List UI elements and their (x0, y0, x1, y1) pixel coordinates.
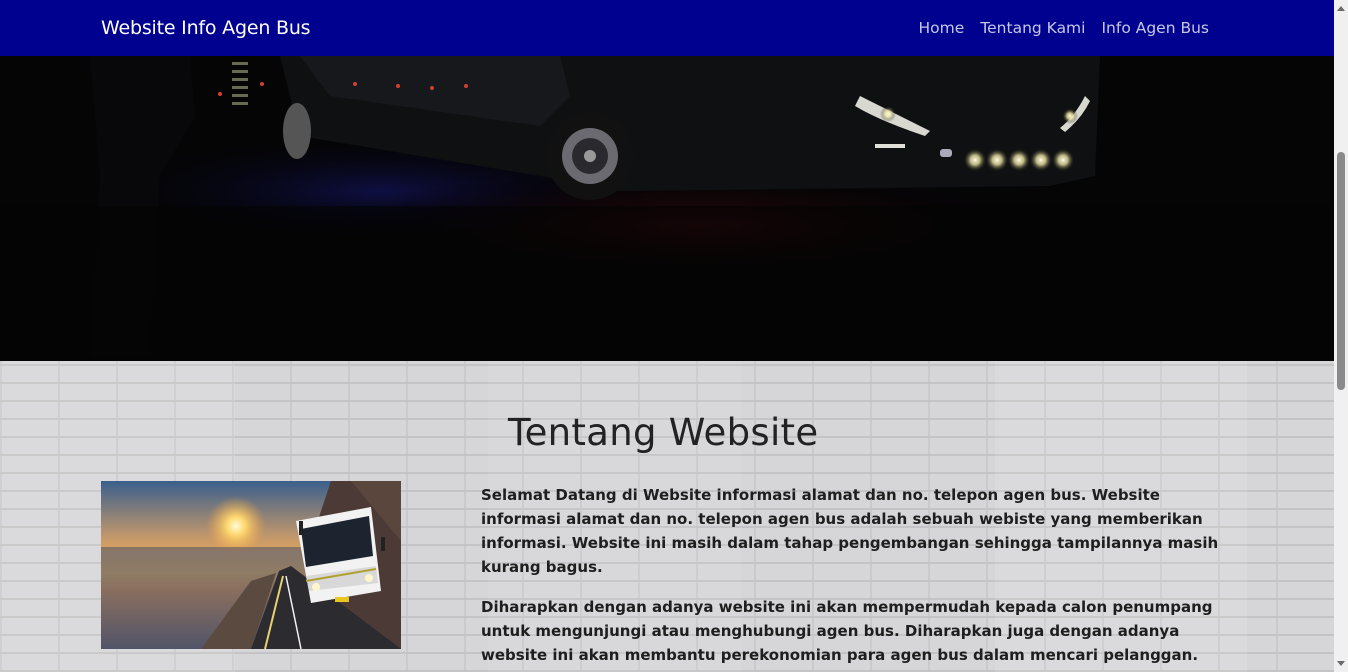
scroll-down-arrow-icon[interactable] (1337, 661, 1345, 666)
about-paragraph-2: Diharapkan dengan adanya website ini aka… (481, 598, 1213, 664)
about-paragraph-1: Selamat Datang di Website informasi alam… (481, 486, 1219, 576)
nav-link-home[interactable]: Home (919, 19, 965, 37)
vertical-scrollbar[interactable] (1334, 0, 1348, 672)
about-title: Tentang Website (508, 411, 819, 454)
top-navbar: Website Info Agen Bus Home Tentang Kami … (0, 0, 1334, 56)
bus-on-coastal-road-sunset-photo (101, 481, 401, 649)
bus-at-night-photo (0, 56, 1334, 361)
hero-image (0, 56, 1334, 361)
nav-link-tentang-kami[interactable]: Tentang Kami (980, 19, 1085, 37)
nav-link-info-agen-bus[interactable]: Info Agen Bus (1101, 19, 1209, 37)
about-section: Tentang Website Selamat Datang di Websit… (0, 361, 1334, 672)
scroll-up-arrow-icon[interactable] (1337, 6, 1345, 11)
navbar-brand[interactable]: Website Info Agen Bus (101, 17, 311, 39)
nav-links: Home Tentang Kami Info Agen Bus (903, 19, 1209, 37)
scrollbar-thumb[interactable] (1337, 152, 1345, 390)
about-text: Selamat Datang di Website informasi alam… (481, 483, 1221, 672)
